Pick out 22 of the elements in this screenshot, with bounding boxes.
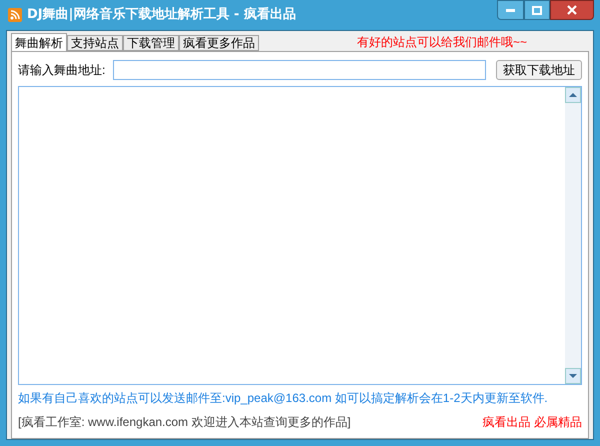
close-icon bbox=[567, 5, 577, 15]
rss-icon bbox=[8, 8, 22, 22]
minimize-button[interactable] bbox=[497, 0, 524, 20]
footer-text: [疯看工作室: www.ifengkan.com 欢迎进入本站查询更多的作品] bbox=[18, 414, 351, 431]
info-text: 如果有自己喜欢的站点可以发送邮件至:vip_peak@163.com 如可以搞定解析会在1-2天内更新至软件. bbox=[18, 390, 549, 407]
url-input-field[interactable] bbox=[113, 60, 486, 80]
url-label: 请输入舞曲地址: bbox=[18, 62, 106, 79]
slogan-text: 疯看出品 必属精品 bbox=[482, 414, 582, 431]
tab[interactable]: 舞曲解析 bbox=[11, 33, 67, 51]
tab[interactable]: 下载管理 bbox=[123, 35, 179, 51]
maximize-icon bbox=[532, 6, 542, 14]
close-button[interactable] bbox=[550, 0, 594, 20]
tab[interactable]: 疯看更多作品 bbox=[179, 35, 259, 51]
minimize-icon bbox=[506, 8, 515, 12]
scrollbar[interactable] bbox=[565, 87, 581, 384]
notice-text: 有好的站点可以给我们邮件哦~~ bbox=[356, 34, 527, 51]
maximize-button[interactable] bbox=[524, 0, 550, 20]
scroll-up-icon bbox=[565, 87, 581, 103]
tab[interactable]: 支持站点 bbox=[67, 35, 123, 51]
scroll-down-icon bbox=[565, 368, 581, 384]
window-title: DJ舞曲|网络音乐下载地址解析工具 - 疯看出品 bbox=[27, 6, 296, 24]
fetch-button[interactable]: 获取下载地址 bbox=[496, 60, 582, 80]
